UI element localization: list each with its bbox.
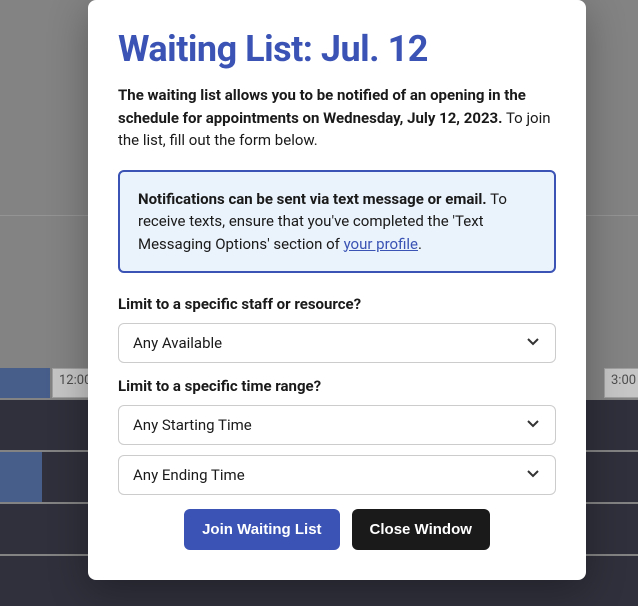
- start-time-select[interactable]: Any Starting Time: [118, 405, 556, 445]
- end-time-select[interactable]: Any Ending Time: [118, 455, 556, 495]
- time-label: Limit to a specific time range?: [118, 377, 556, 395]
- start-time-value: Any Starting Time: [133, 416, 252, 434]
- chevron-down-icon: [525, 415, 541, 435]
- notification-infobox: Notifications can be sent via text messa…: [118, 170, 556, 274]
- your-profile-link[interactable]: your profile: [344, 235, 418, 253]
- infobox-period: .: [418, 235, 422, 253]
- modal-title: Waiting List: Jul. 12: [118, 28, 556, 70]
- join-waiting-list-button[interactable]: Join Waiting List: [184, 509, 339, 550]
- staff-select[interactable]: Any Available: [118, 323, 556, 363]
- chevron-down-icon: [525, 465, 541, 485]
- chevron-down-icon: [525, 333, 541, 353]
- staff-field-group: Limit to a specific staff or resource? A…: [118, 295, 556, 363]
- waiting-list-modal: Waiting List: Jul. 12 The waiting list a…: [88, 0, 586, 580]
- modal-intro: The waiting list allows you to be notifi…: [118, 84, 556, 152]
- modal-intro-bold: The waiting list allows you to be notifi…: [118, 86, 526, 127]
- end-time-value: Any Ending Time: [133, 466, 245, 484]
- staff-select-value: Any Available: [133, 334, 222, 352]
- close-window-button[interactable]: Close Window: [352, 509, 490, 550]
- modal-button-row: Join Waiting List Close Window: [118, 509, 556, 550]
- staff-label: Limit to a specific staff or resource?: [118, 295, 556, 313]
- time-field-group: Limit to a specific time range? Any Star…: [118, 377, 556, 495]
- infobox-bold: Notifications can be sent via text messa…: [138, 190, 487, 208]
